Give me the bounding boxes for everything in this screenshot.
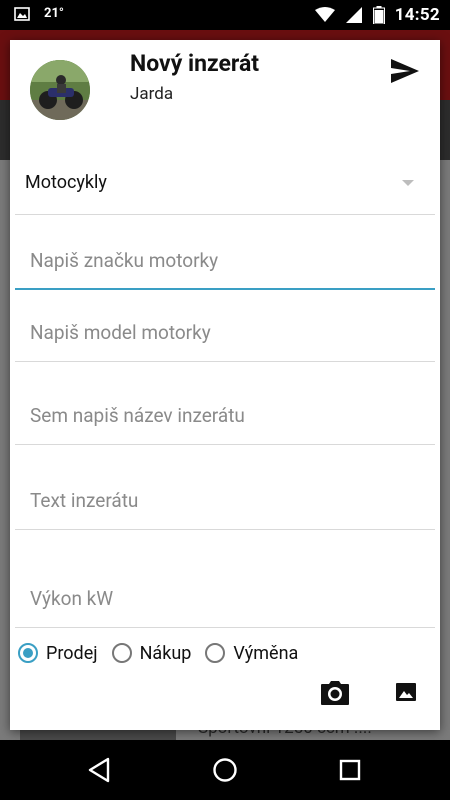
radio-vymena[interactable]: Výměna xyxy=(205,643,298,664)
power-field-container xyxy=(15,568,435,628)
back-icon[interactable] xyxy=(86,756,112,784)
home-icon[interactable] xyxy=(212,757,238,783)
gallery-icon[interactable] xyxy=(394,680,418,704)
recent-apps-icon[interactable] xyxy=(338,758,362,782)
model-field-container xyxy=(15,302,435,362)
dropdown-arrow-icon xyxy=(402,180,414,186)
radio-button-selected[interactable] xyxy=(18,643,38,663)
radio-label-vymena: Výměna xyxy=(233,642,299,664)
transaction-type-group: Prodej Nákup Výměna xyxy=(18,640,298,666)
temperature: 21° xyxy=(44,6,64,21)
navigation-bar xyxy=(0,740,450,800)
radio-button[interactable] xyxy=(205,643,226,663)
attachment-bar xyxy=(10,670,440,730)
brand-field-container xyxy=(15,230,435,290)
radio-button[interactable] xyxy=(111,643,132,663)
model-underline xyxy=(15,361,435,362)
ad-text-input[interactable] xyxy=(15,470,435,530)
brand-input[interactable] xyxy=(15,230,435,290)
model-input[interactable] xyxy=(15,302,435,362)
category-dropdown[interactable]: Motocykly xyxy=(10,160,440,216)
ad-title-input[interactable] xyxy=(15,385,435,445)
clock: 14:52 xyxy=(394,5,440,25)
wifi-icon xyxy=(314,7,335,22)
status-bar: 21° 14:52 xyxy=(0,0,450,30)
user-name: Jarda xyxy=(130,84,174,104)
ad-text-underline xyxy=(15,529,435,530)
signal-icon xyxy=(345,7,362,23)
ad-text-field-container xyxy=(15,470,435,530)
ad-title-underline xyxy=(15,444,435,445)
new-ad-dialog: Nový inzerát Jarda Motocykly Prodej xyxy=(10,40,440,730)
dialog-title: Nový inzerát xyxy=(130,50,260,77)
category-selected: Motocykly xyxy=(25,172,107,193)
image-notification-icon xyxy=(14,6,30,21)
radio-prodej[interactable]: Prodej xyxy=(18,643,98,664)
radio-label-nakup: Nákup xyxy=(139,642,192,664)
dropdown-divider xyxy=(15,214,435,215)
ad-title-field-container xyxy=(15,385,435,445)
camera-icon[interactable] xyxy=(320,680,350,706)
radio-label-prodej: Prodej xyxy=(46,642,98,664)
battery-icon xyxy=(372,6,385,24)
avatar xyxy=(30,60,90,120)
radio-nakup[interactable]: Nákup xyxy=(111,642,192,664)
power-underline xyxy=(15,627,435,628)
brand-underline xyxy=(15,288,435,290)
power-input[interactable] xyxy=(15,568,435,628)
send-icon[interactable] xyxy=(390,58,420,84)
